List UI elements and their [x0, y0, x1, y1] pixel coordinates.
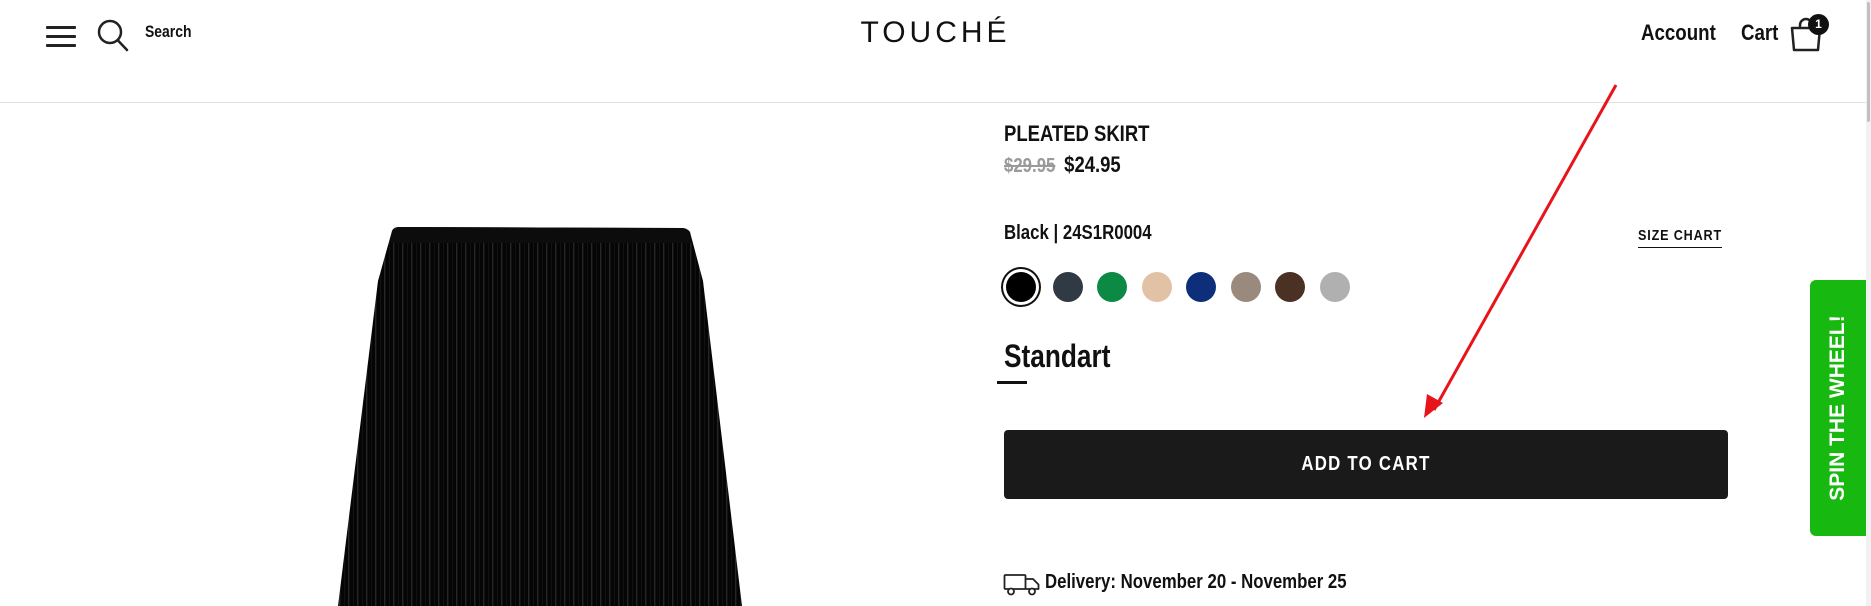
color-swatch[interactable]	[1006, 272, 1036, 302]
site-header: Search TOUCHÉ Account Cart 1	[0, 0, 1871, 103]
add-to-cart-button[interactable]: ADD TO CART	[1004, 430, 1728, 499]
size-option-standart[interactable]: Standart	[1004, 338, 1110, 375]
color-swatch[interactable]	[1142, 272, 1172, 302]
color-swatch[interactable]	[1231, 272, 1261, 302]
delivery-truck-icon	[1003, 574, 1040, 596]
brand-logo[interactable]: TOUCHÉ	[0, 16, 1871, 50]
color-swatch[interactable]	[1053, 272, 1083, 302]
color-swatch[interactable]	[1275, 272, 1305, 302]
add-to-cart-label: ADD TO CART	[1301, 453, 1431, 475]
product-image[interactable]	[330, 223, 760, 606]
account-link[interactable]: Account	[1641, 20, 1716, 46]
selected-size-indicator	[997, 381, 1027, 384]
original-price: $29.95	[1004, 155, 1056, 177]
cart-count-badge: 1	[1808, 14, 1829, 35]
product-title: PLEATED SKIRT	[1004, 121, 1150, 146]
price-row: $29.95 $24.95	[1004, 152, 1121, 178]
color-swatch[interactable]	[1097, 272, 1127, 302]
spin-the-wheel-label: SPIN THE WHEEL!	[1826, 315, 1849, 501]
variant-label: Black | 24S1R0004	[1004, 222, 1152, 244]
cart-link[interactable]: Cart	[1741, 20, 1778, 46]
size-chart-link[interactable]: SIZE CHART	[1638, 227, 1722, 248]
spin-the-wheel-tab[interactable]: SPIN THE WHEEL!	[1810, 280, 1866, 536]
delivery-text: Delivery: November 20 - November 25	[1045, 571, 1347, 593]
sale-price: $24.95	[1064, 152, 1121, 177]
color-swatch[interactable]	[1320, 272, 1350, 302]
color-swatch[interactable]	[1186, 272, 1216, 302]
scrollbar-thumb[interactable]	[1867, 2, 1870, 122]
